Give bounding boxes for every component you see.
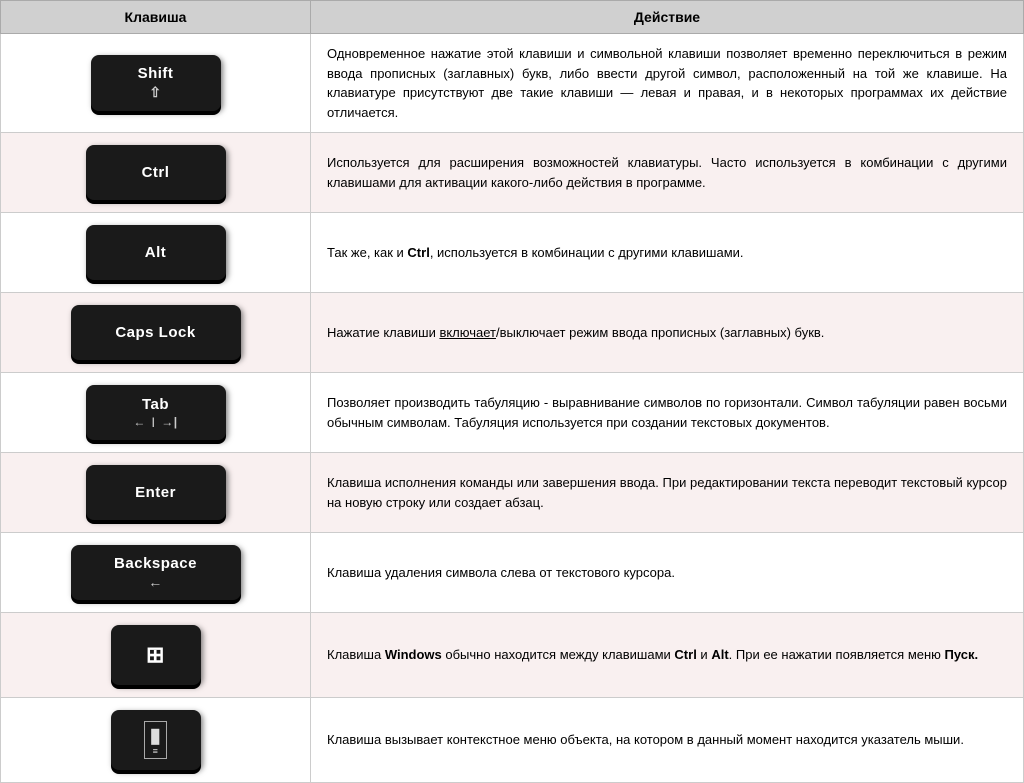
key-cell-menu: ▮≡ bbox=[1, 698, 311, 783]
desc-menu: Клавиша вызывает контекстное меню объект… bbox=[311, 698, 1024, 783]
key-enter-label: Enter bbox=[135, 484, 176, 501]
desc-capslock: Нажатие клавиши включает/выключает режим… bbox=[311, 293, 1024, 373]
key-capslock-label: Caps Lock bbox=[115, 324, 195, 341]
desc-backspace: Клавиша удаления символа слева от тексто… bbox=[311, 533, 1024, 613]
key-backspace-label: Backspace bbox=[114, 555, 197, 572]
ctrl-bold: Ctrl bbox=[407, 245, 429, 260]
backspace-arrow-icon: ← bbox=[148, 574, 163, 590]
key-cell-shift: Shift ⇧ bbox=[1, 34, 311, 133]
table-row: Tab ← | →| Позволяет производить табуляц… bbox=[1, 373, 1024, 453]
col-header-action: Действие bbox=[311, 1, 1024, 34]
key-ctrl-label: Ctrl bbox=[142, 164, 170, 181]
key-alt-label: Alt bbox=[145, 244, 167, 261]
tab-arrows-icon: ← | →| bbox=[133, 415, 177, 429]
key-tab: Tab ← | →| bbox=[86, 385, 226, 440]
key-capslock: Caps Lock bbox=[71, 305, 241, 360]
table-row: Shift ⇧ Одновременное нажатие этой клави… bbox=[1, 34, 1024, 133]
table-row: Alt Так же, как и Ctrl, используется в к… bbox=[1, 213, 1024, 293]
key-cell-backspace: Backspace ← bbox=[1, 533, 311, 613]
key-tab-label: Tab bbox=[142, 396, 169, 413]
key-alt: Alt bbox=[86, 225, 226, 280]
table-row: Caps Lock Нажатие клавиши включает/выклю… bbox=[1, 293, 1024, 373]
windows-bold: Windows bbox=[385, 647, 442, 662]
key-cell-ctrl: Ctrl bbox=[1, 133, 311, 213]
key-cell-enter: Enter bbox=[1, 453, 311, 533]
pusk-bold: Пуск. bbox=[945, 647, 979, 662]
desc-windows: Клавиша Windows обычно находится между к… bbox=[311, 613, 1024, 698]
key-cell-alt: Alt bbox=[1, 213, 311, 293]
table-row: Backspace ← Клавиша удаления символа сле… bbox=[1, 533, 1024, 613]
shift-up-arrow-icon: ⇧ bbox=[149, 84, 161, 101]
table-row: Ctrl Используется для расширения возможн… bbox=[1, 133, 1024, 213]
table-row: ⊞ Клавиша Windows обычно находится между… bbox=[1, 613, 1024, 698]
desc-alt: Так же, как и Ctrl, используется в комби… bbox=[311, 213, 1024, 293]
keyboard-table: Клавиша Действие Shift ⇧ Одновременное н… bbox=[0, 0, 1024, 783]
ctrl-bold2: Ctrl bbox=[674, 647, 696, 662]
key-cell-capslock: Caps Lock bbox=[1, 293, 311, 373]
key-backspace: Backspace ← bbox=[71, 545, 241, 600]
menu-context-icon: ▮≡ bbox=[144, 721, 168, 758]
key-windows: ⊞ bbox=[111, 625, 201, 685]
table-row: ▮≡ Клавиша вызывает контекстное меню объ… bbox=[1, 698, 1024, 783]
capslock-underline: включает bbox=[439, 325, 496, 340]
desc-enter: Клавиша исполнения команды или завершени… bbox=[311, 453, 1024, 533]
key-enter: Enter bbox=[86, 465, 226, 520]
key-ctrl: Ctrl bbox=[86, 145, 226, 200]
desc-ctrl: Используется для расширения возможностей… bbox=[311, 133, 1024, 213]
key-shift: Shift ⇧ bbox=[91, 55, 221, 111]
desc-shift: Одновременное нажатие этой клавиши и сим… bbox=[311, 34, 1024, 133]
col-header-key: Клавиша bbox=[1, 1, 311, 34]
key-cell-tab: Tab ← | →| bbox=[1, 373, 311, 453]
desc-tab: Позволяет производить табуляцию - выравн… bbox=[311, 373, 1024, 453]
table-row: Enter Клавиша исполнения команды или зав… bbox=[1, 453, 1024, 533]
key-cell-windows: ⊞ bbox=[1, 613, 311, 698]
key-menu: ▮≡ bbox=[111, 710, 201, 770]
alt-bold: Alt bbox=[711, 647, 728, 662]
key-shift-label: Shift bbox=[138, 65, 174, 82]
windows-logo-icon: ⊞ bbox=[146, 642, 165, 668]
